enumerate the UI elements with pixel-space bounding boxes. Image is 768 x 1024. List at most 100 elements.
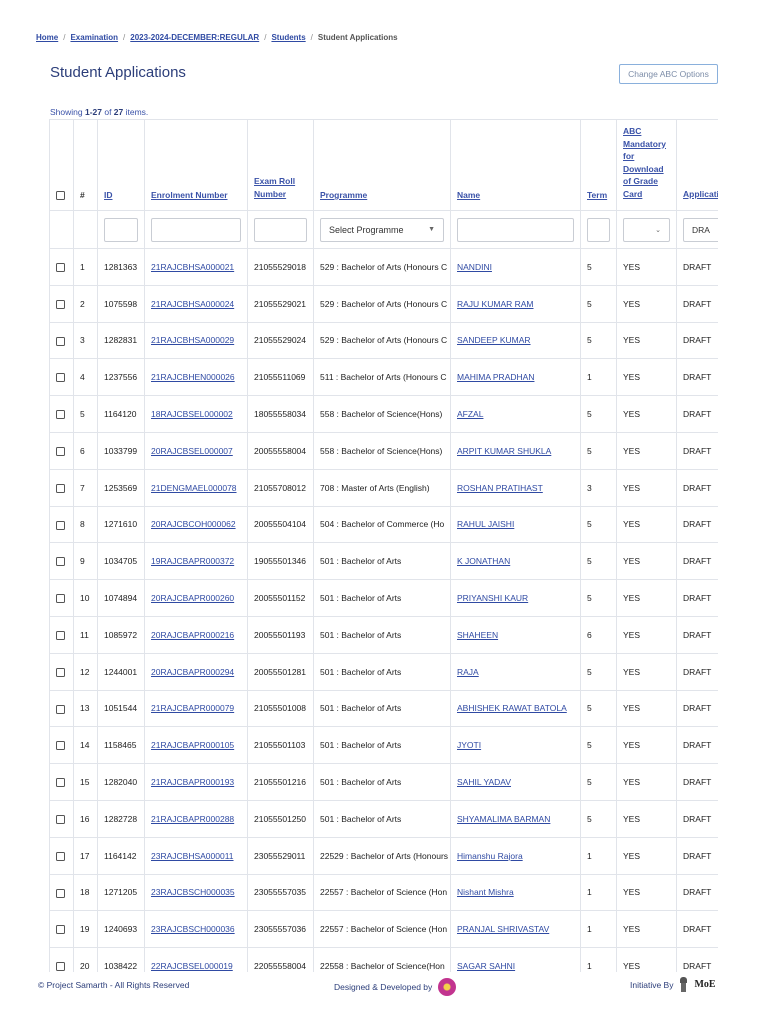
row-enrolment-link[interactable]: 21DENGMAEL000078 [151,483,237,493]
row-enrolment-link[interactable]: 20RAJCBAPR000260 [151,593,234,603]
row-checkbox[interactable] [56,299,65,309]
row-id: 1282040 [104,777,138,788]
row-name-link[interactable]: RAJA [457,667,479,677]
row-enrolment-link[interactable]: 21RAJCBAPR000193 [151,777,234,787]
row-enrolment-link[interactable]: 20RAJCBAPR000216 [151,630,234,640]
sort-exam-roll-number[interactable]: Exam Roll Number [254,176,295,199]
programme-filter-select[interactable]: Select Programme ▼ [320,217,444,242]
row-enrolment-link[interactable]: 21RAJCBHSA000029 [151,335,234,345]
row-name-link[interactable]: RAHUL JAISHI [457,519,514,529]
row-name-link[interactable]: SAHIL YADAV [457,777,511,787]
row-name-link[interactable]: K JONATHAN [457,556,510,566]
enrolment-filter-input[interactable] [151,217,241,242]
row-checkbox[interactable] [56,557,65,567]
table-row: 4 1237556 21RAJCBHEN000026 21055511069 511 :… [49,358,718,397]
row-name-link[interactable]: ROSHAN PRATIHAST [457,483,543,493]
row-programme: 511 : Bachelor of Arts (Honours C [320,372,447,383]
term-filter-input[interactable] [587,217,610,242]
sort-enrolment-number[interactable]: Enrolment Number [151,190,228,200]
row-name-link[interactable]: Nishant Mishra [457,887,514,897]
row-name-link[interactable]: Himanshu Rajora [457,851,523,861]
abc-filter-select[interactable]: ⌄ [623,217,670,242]
row-enrolment-link[interactable]: 23RAJCBHSA000011 [151,851,234,861]
row-enrolment-link[interactable]: 21RAJCBAPR000079 [151,703,234,713]
row-name-link[interactable]: RAJU KUMAR RAM [457,299,534,309]
row-name-link[interactable]: SHYAMALIMA BARMAN [457,814,550,824]
row-enrolment-link[interactable]: 21RAJCBAPR000105 [151,740,234,750]
row-name-link[interactable]: AFZAL [457,409,483,419]
row-checkbox[interactable] [56,336,65,346]
row-enrolment-link[interactable]: 18RAJCBSEL000002 [151,409,233,419]
samarth-logo-icon[interactable] [438,978,457,996]
row-id: 1033799 [104,445,138,456]
row-id: 1038422 [104,961,138,972]
breadcrumb-home[interactable]: Home [36,33,58,42]
sort-id[interactable]: ID [104,190,113,200]
row-programme: 529 : Bachelor of Arts (Honours C [320,298,448,309]
table-row: 7 1253569 21DENGMAEL000078 21055708012 708 :… [49,468,718,507]
row-id: 1051544 [104,703,138,714]
sort-programme[interactable]: Programme [320,190,367,200]
row-checkbox[interactable] [56,778,65,788]
row-checkbox[interactable] [56,851,65,861]
sort-term[interactable]: Term [587,190,607,200]
breadcrumb-session[interactable]: 2023-2024-DECEMBER:REGULAR [130,33,259,42]
row-checkbox[interactable] [56,263,65,273]
status-filter-input[interactable]: DRA [683,217,718,242]
row-name-link[interactable]: ARPIT KUMAR SHUKLA [457,446,551,456]
row-name-link[interactable]: PRANJAL SHRIVASTAV [457,924,549,934]
select-all-checkbox[interactable] [56,191,65,200]
sort-application-status[interactable]: Application Status [683,189,718,199]
row-name-link[interactable]: SANDEEP KUMAR [457,335,531,345]
row-checkbox[interactable] [56,741,65,751]
row-checkbox[interactable] [56,447,65,456]
row-checkbox[interactable] [56,925,65,935]
row-programme: 501 : Bachelor of Arts [320,666,402,677]
row-name-link[interactable]: PRIYANSHI KAUR [457,593,528,603]
row-checkbox[interactable] [56,962,65,972]
row-enrolment-link[interactable]: 20RAJCBCOH000062 [151,519,236,529]
id-filter-input[interactable] [104,217,138,242]
applications-grid[interactable]: # ID Enrolment Number Exam Roll Number P… [49,119,718,972]
table-row: 17 1164142 23RAJCBHSA000011 23055529011 2252… [49,836,718,875]
row-enrolment-link[interactable]: 21RAJCBHSA000021 [151,262,234,272]
row-checkbox[interactable] [56,410,65,420]
row-term: 5 [587,777,592,788]
row-enrolment-link[interactable]: 21RAJCBHEN000026 [151,372,235,382]
row-name-link[interactable]: ABHISHEK RAWAT BATOLA [457,703,567,713]
row-enrolment-link[interactable]: 23RAJCBSCH000035 [151,887,235,897]
row-checkbox[interactable] [56,704,65,714]
row-name-link[interactable]: SHAHEEN [457,630,498,640]
row-enrolment-link[interactable]: 21RAJCBAPR000288 [151,814,234,824]
row-index: 16 [80,813,90,824]
change-abc-options-button[interactable]: Change ABC Options [619,64,718,84]
sort-abc-mandatory[interactable]: ABC Mandatory for Download of Grade Card [623,126,666,199]
row-name-link[interactable]: JYOTI [457,740,481,750]
row-abc: YES [623,961,641,972]
row-checkbox[interactable] [56,520,65,530]
row-enrolment-link[interactable]: 23RAJCBSCH000036 [151,924,235,934]
moe-logo[interactable]: MoE [694,979,715,990]
row-checkbox[interactable] [56,594,65,604]
row-index: 4 [80,372,85,383]
name-filter-input[interactable] [457,217,574,242]
row-name-link[interactable]: NANDINI [457,262,492,272]
row-enrolment-link[interactable]: 21RAJCBHSA000024 [151,299,234,309]
row-checkbox[interactable] [56,888,65,898]
row-checkbox[interactable] [56,483,65,493]
row-enrolment-link[interactable]: 19RAJCBAPR000372 [151,556,234,566]
row-enrolment-link[interactable]: 20RAJCBSEL000007 [151,446,233,456]
row-checkbox[interactable] [56,667,65,677]
table-row: 16 1282728 21RAJCBAPR000288 21055501250 501 … [49,799,718,838]
exam-roll-filter-input[interactable] [254,217,307,242]
row-name-link[interactable]: SAGAR SAHNI [457,961,515,971]
row-enrolment-link[interactable]: 20RAJCBAPR000294 [151,667,234,677]
row-checkbox[interactable] [56,630,65,640]
row-enrolment-link[interactable]: 22RAJCBSEL000019 [151,961,233,971]
sort-name[interactable]: Name [457,190,480,200]
breadcrumb-examination[interactable]: Examination [70,33,118,42]
row-checkbox[interactable] [56,373,65,383]
breadcrumb-students[interactable]: Students [271,33,305,42]
row-checkbox[interactable] [56,814,65,824]
row-name-link[interactable]: MAHIMA PRADHAN [457,372,534,382]
